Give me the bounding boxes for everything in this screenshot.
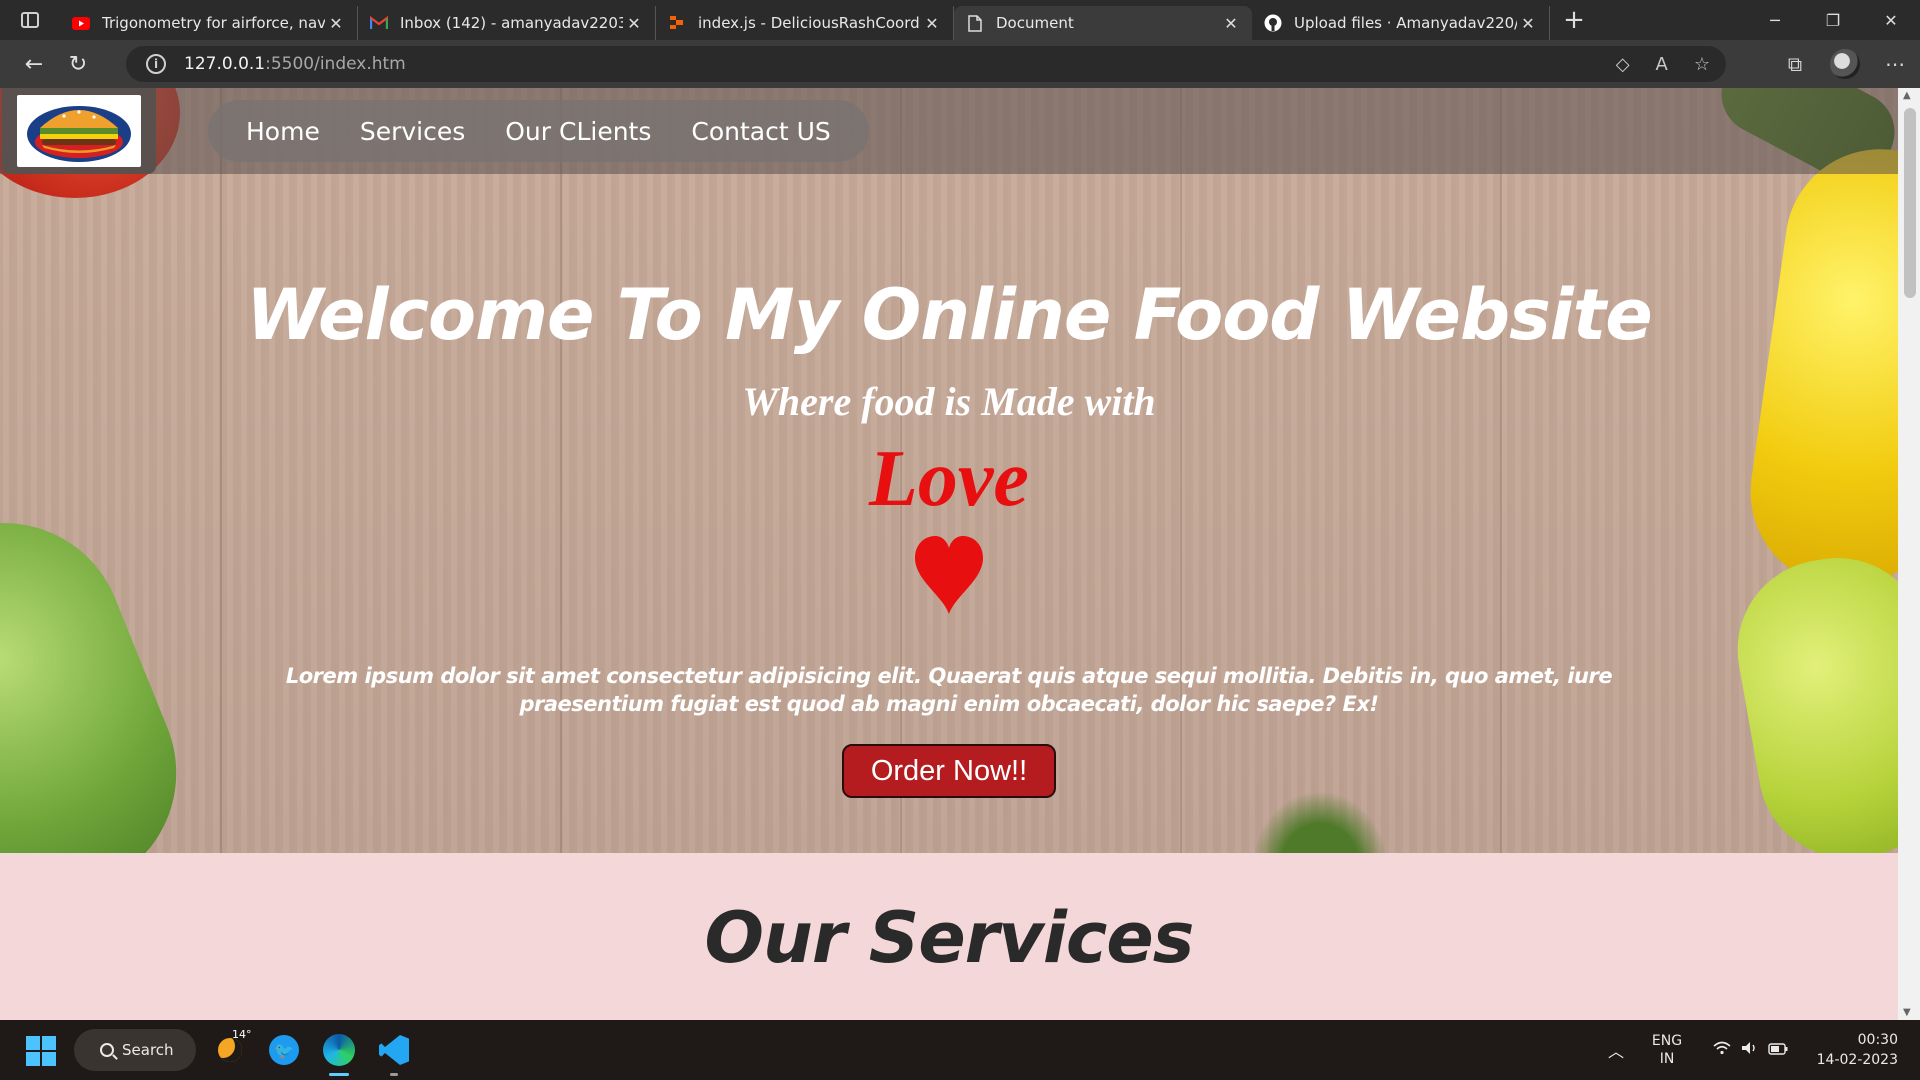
restore-icon[interactable]: ❐ bbox=[1804, 0, 1862, 40]
browser-tab-youtube[interactable]: Trigonometry for airforce, navy, i ✕ bbox=[60, 6, 358, 40]
burger-logo-icon bbox=[17, 95, 141, 167]
github-icon bbox=[1264, 14, 1282, 32]
extensions-icon[interactable]: ⧉ bbox=[1770, 52, 1820, 76]
search-label: Search bbox=[122, 1041, 174, 1059]
replit-icon bbox=[668, 15, 686, 31]
nav-link-clients[interactable]: Our CLients bbox=[485, 117, 671, 146]
page-viewport: Home Services Our CLients Contact US Wel… bbox=[0, 88, 1898, 1020]
windows-taskbar: Search 14° 🐦 ︿ ENG IN 00:30 14-02-2023 bbox=[0, 1020, 1920, 1080]
tab-actions-icon bbox=[21, 12, 39, 28]
twitter-icon: 🐦 bbox=[269, 1035, 299, 1065]
herb-image bbox=[1240, 778, 1400, 853]
battery-icon[interactable] bbox=[1764, 1041, 1792, 1059]
volume-icon[interactable] bbox=[1736, 1041, 1764, 1059]
taskbar-clock[interactable]: 00:30 14-02-2023 bbox=[1808, 1030, 1898, 1070]
twitter-app[interactable]: 🐦 bbox=[264, 1030, 304, 1070]
services-title: Our Services bbox=[704, 897, 1195, 979]
close-tab-icon[interactable]: ✕ bbox=[1220, 14, 1242, 33]
refresh-icon[interactable]: ↻ bbox=[56, 44, 100, 84]
moon-weather-icon bbox=[218, 1038, 242, 1062]
services-section: Our Services bbox=[0, 853, 1898, 1020]
order-now-button[interactable]: Order Now!! bbox=[842, 744, 1056, 798]
chevron-up-icon[interactable]: ︿ bbox=[1598, 1038, 1634, 1062]
url-path: :5500/index.htm bbox=[265, 54, 406, 74]
site-info-icon[interactable]: i bbox=[146, 54, 166, 74]
back-arrow-icon[interactable]: ← bbox=[12, 44, 56, 84]
document-icon bbox=[966, 14, 984, 32]
close-tab-icon[interactable]: ✕ bbox=[325, 14, 347, 33]
tab-title: index.js - DeliciousRashCoordina bbox=[698, 14, 921, 32]
yellow-pepper-image bbox=[1738, 136, 1898, 600]
browser-tab-github[interactable]: Upload files · Amanyadav220/foc ✕ bbox=[1252, 6, 1550, 40]
gmail-icon bbox=[370, 15, 388, 31]
hero-description: Lorem ipsum dolor sit amet consectetur a… bbox=[285, 664, 1613, 716]
close-tab-icon[interactable]: ✕ bbox=[623, 14, 645, 33]
close-tab-icon[interactable]: ✕ bbox=[921, 14, 943, 33]
windows-start-icon[interactable] bbox=[26, 1036, 56, 1066]
close-tab-icon[interactable]: ✕ bbox=[1517, 14, 1539, 33]
edge-app[interactable] bbox=[319, 1030, 359, 1076]
address-bar-actions: ◇ A ☆ bbox=[1616, 46, 1710, 82]
cucumber-image bbox=[0, 486, 213, 853]
tab-title: Trigonometry for airforce, navy, i bbox=[102, 14, 325, 32]
hero-subtitle: Where food is Made with bbox=[742, 379, 1156, 424]
browser-tab-replit[interactable]: index.js - DeliciousRashCoordina ✕ bbox=[656, 6, 954, 40]
region-code: IN bbox=[1659, 1051, 1675, 1067]
browser-tab-gmail[interactable]: Inbox (142) - amanyadav220303( ✕ bbox=[358, 6, 656, 40]
nav-link-home[interactable]: Home bbox=[226, 117, 340, 146]
tab-title: Upload files · Amanyadav220/foc bbox=[1294, 14, 1517, 32]
scroll-down-icon[interactable]: ▼ bbox=[1903, 1007, 1911, 1018]
language-code: ENG bbox=[1651, 1033, 1683, 1049]
heart-icon bbox=[915, 536, 983, 614]
clock-date: 14-02-2023 bbox=[1816, 1052, 1898, 1068]
read-aloud-icon[interactable]: A bbox=[1656, 54, 1668, 75]
browser-toolbar: ← ↻ i 127.0.0.1:5500/index.htm ◇ A ☆ ⧉ ⋯ bbox=[0, 40, 1920, 88]
page-scrollbar[interactable]: ▲ ▼ bbox=[1898, 88, 1920, 1020]
new-tab-button[interactable]: + bbox=[1554, 5, 1594, 35]
site-logo[interactable] bbox=[2, 88, 156, 174]
hero-love-text: Love bbox=[869, 435, 1029, 523]
weather-temp: 14° bbox=[232, 1028, 252, 1041]
url-host: 127.0.0.1 bbox=[184, 54, 266, 74]
tab-actions-button[interactable] bbox=[0, 0, 60, 40]
youtube-icon bbox=[72, 15, 90, 31]
main-nav: Home Services Our CLients Contact US bbox=[208, 100, 869, 162]
tab-title: Inbox (142) - amanyadav220303( bbox=[400, 14, 623, 32]
window-controls: ─ ❐ ✕ bbox=[1746, 0, 1920, 40]
minimize-icon[interactable]: ─ bbox=[1746, 0, 1804, 40]
favorite-star-icon[interactable]: ☆ bbox=[1694, 54, 1710, 75]
clock-time: 00:30 bbox=[1857, 1032, 1898, 1048]
browser-tab-strip: Trigonometry for airforce, navy, i ✕ Inb… bbox=[0, 0, 1920, 40]
address-bar[interactable]: i 127.0.0.1:5500/index.htm ◇ A ☆ bbox=[126, 46, 1726, 82]
weather-widget[interactable]: 14° bbox=[210, 1028, 252, 1070]
nav-link-contact[interactable]: Contact US bbox=[671, 117, 850, 146]
scrollbar-thumb[interactable] bbox=[1904, 108, 1916, 298]
avatar bbox=[1830, 49, 1860, 79]
language-indicator[interactable]: ENG IN bbox=[1644, 1032, 1690, 1068]
vscode-app[interactable] bbox=[374, 1030, 414, 1076]
taskbar-search[interactable]: Search bbox=[74, 1029, 196, 1071]
green-pepper-image bbox=[1723, 543, 1898, 853]
hero-title: Welcome To My Online Food Website bbox=[246, 274, 1652, 356]
close-window-icon[interactable]: ✕ bbox=[1862, 0, 1920, 40]
system-tray: ︿ ENG IN 00:30 14-02-2023 bbox=[1598, 1020, 1920, 1080]
nav-link-services[interactable]: Services bbox=[340, 117, 485, 146]
tag-icon[interactable]: ◇ bbox=[1616, 54, 1630, 75]
vscode-icon bbox=[379, 1035, 409, 1065]
site-header: Home Services Our CLients Contact US bbox=[0, 88, 1898, 174]
toolbar-right: ⧉ ⋯ bbox=[1770, 40, 1920, 88]
more-menu-icon[interactable]: ⋯ bbox=[1870, 52, 1920, 76]
wifi-icon[interactable] bbox=[1708, 1041, 1736, 1059]
profile-avatar[interactable] bbox=[1820, 49, 1870, 79]
scroll-up-icon[interactable]: ▲ bbox=[1903, 90, 1911, 101]
tab-title: Document bbox=[996, 14, 1074, 32]
hero-section: Home Services Our CLients Contact US Wel… bbox=[0, 88, 1898, 853]
edge-icon bbox=[323, 1034, 355, 1066]
search-icon bbox=[100, 1043, 114, 1057]
browser-tab-document[interactable]: Document ✕ bbox=[954, 6, 1252, 40]
